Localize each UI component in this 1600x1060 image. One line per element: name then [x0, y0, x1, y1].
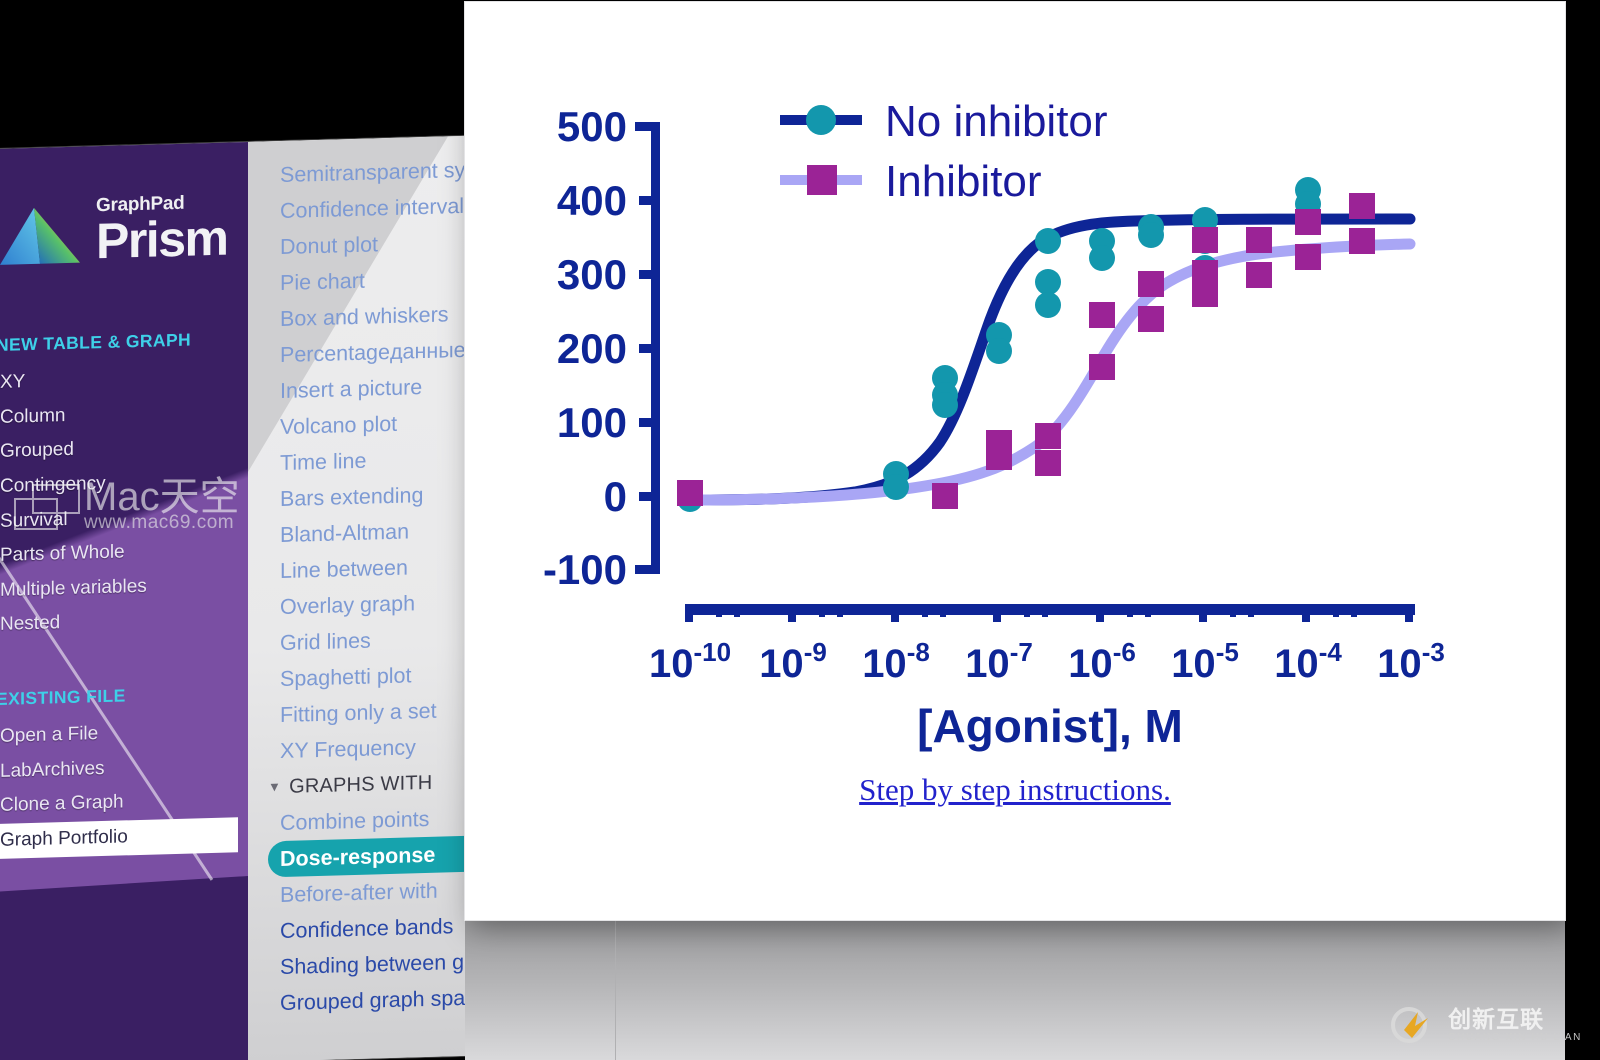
svg-text:10-3: 10-3	[1377, 637, 1445, 686]
svg-text:0: 0	[604, 473, 627, 520]
prism-logo-icon	[0, 207, 80, 265]
chart-legend: No inhibitor Inhibitor	[780, 97, 1108, 206]
svg-text:200: 200	[557, 325, 627, 372]
dose-response-chart: 500 400 300 200 100 0 -100 No inhibitor …	[543, 97, 1445, 752]
brand-prism: Prism	[96, 209, 228, 270]
sidebar-item-graph-portfolio[interactable]: Graph Portfolio	[0, 817, 238, 860]
svg-text:10-5: 10-5	[1171, 637, 1239, 686]
welcome-sidebar: GraphPad Prism NEW TABLE & GRAPH XY Colu…	[0, 141, 248, 1060]
step-by-step-instructions-link[interactable]: Step by step instructions.	[859, 772, 1171, 807]
x-axis-title: [Agonist], M	[917, 700, 1183, 752]
legend-label-inhibitor: Inhibitor	[885, 157, 1042, 206]
y-tick-labels: 500 400 300 200 100 0 -100	[543, 103, 627, 593]
x-minor-ticks	[716, 604, 1404, 617]
welcome-nav-list: NEW TABLE & GRAPH XY Column Grouped Cont…	[0, 322, 248, 860]
bottom-strip-divider	[615, 920, 616, 1060]
svg-text:10-4: 10-4	[1274, 637, 1342, 686]
svg-text:300: 300	[557, 251, 627, 298]
chevron-down-icon: ▼	[268, 779, 282, 795]
card-bottom-strip	[465, 920, 1565, 1060]
graph-preview-card: 500 400 300 200 100 0 -100 No inhibitor …	[465, 2, 1565, 920]
legend-label-no-inhibitor: No inhibitor	[885, 97, 1108, 146]
svg-text:10-7: 10-7	[965, 637, 1033, 686]
svg-text:10-10: 10-10	[649, 637, 731, 686]
instructions-link-row: Step by step instructions.	[465, 772, 1565, 808]
svg-text:10-8: 10-8	[862, 637, 930, 686]
gallery-group-label: GRAPHS WITH	[289, 771, 433, 798]
series-inhibitor-points	[677, 193, 1375, 509]
screenshot-stage: GraphPad Prism NEW TABLE & GRAPH XY Colu…	[0, 0, 1600, 1060]
svg-text:500: 500	[557, 103, 627, 150]
svg-text:10-6: 10-6	[1068, 637, 1136, 686]
svg-text:400: 400	[557, 177, 627, 224]
prism-logo: GraphPad Prism	[0, 193, 228, 270]
x-tick-labels: 10-10 10-9 10-8 10-7 10-6 10-5 10-4 10-3	[649, 637, 1445, 686]
svg-text:10-9: 10-9	[759, 637, 827, 686]
y-axis	[635, 122, 660, 574]
sidebar-bottom-fill	[0, 876, 248, 1060]
x-axis	[685, 604, 1415, 622]
svg-text:100: 100	[557, 399, 627, 446]
svg-text:-100: -100	[543, 546, 627, 593]
